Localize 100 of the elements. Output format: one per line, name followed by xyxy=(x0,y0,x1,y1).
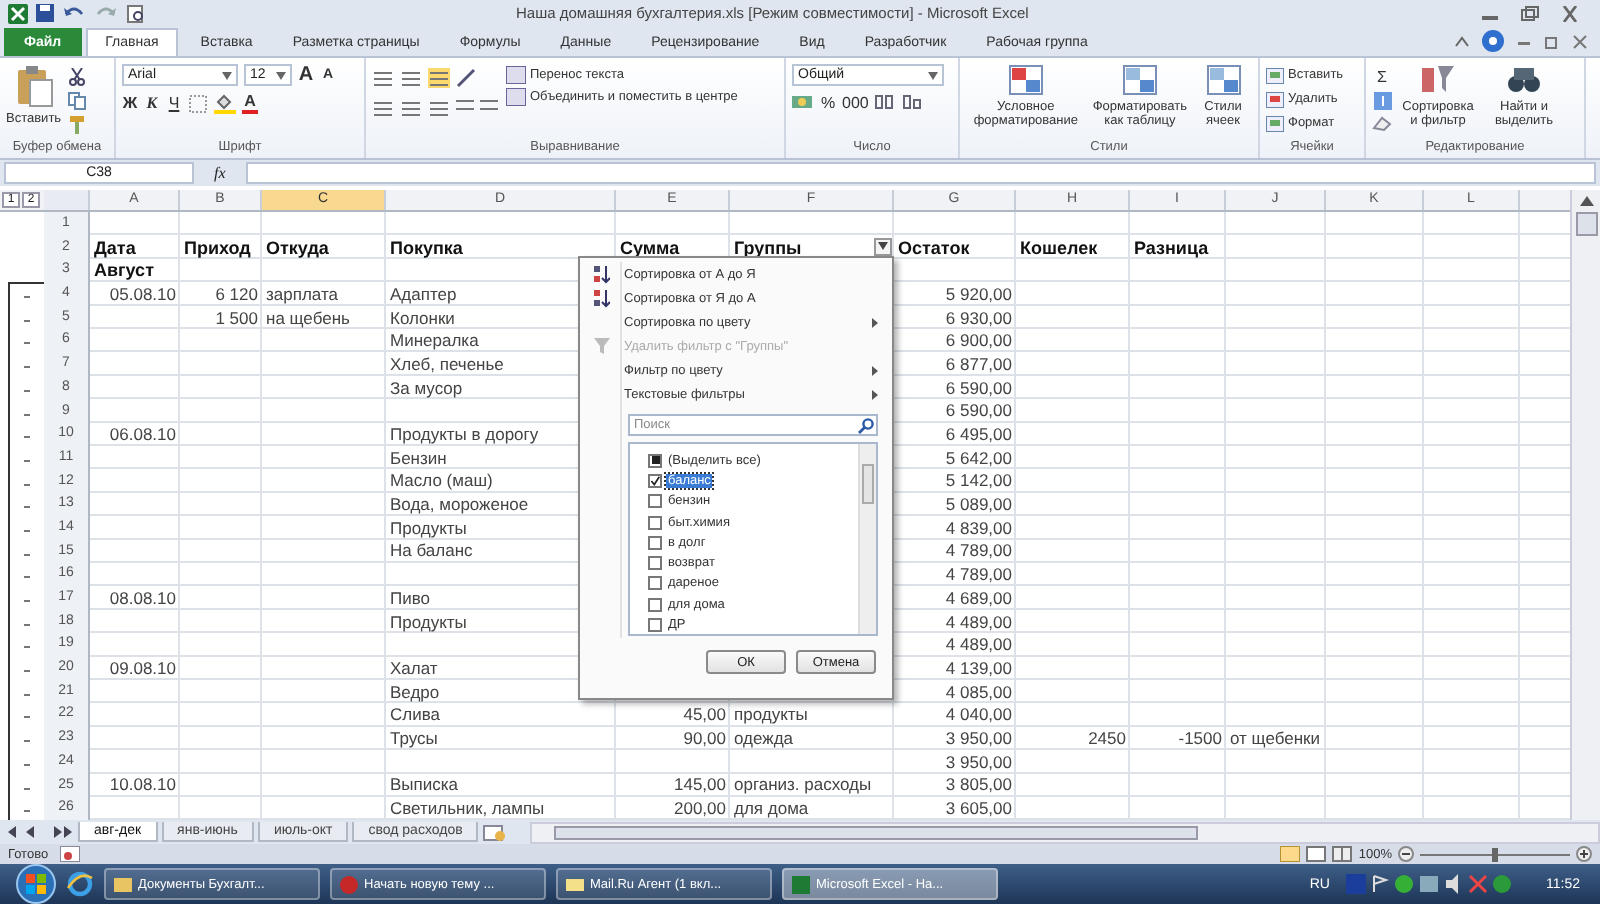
align-icon[interactable] xyxy=(400,98,422,118)
table-cell: 3 950,00 xyxy=(945,727,1012,748)
close-icon[interactable] xyxy=(1560,5,1580,21)
zoom-out-icon[interactable] xyxy=(1398,846,1414,862)
collapse-ribbon-icon[interactable] xyxy=(1454,33,1470,49)
caret-icon[interactable] xyxy=(928,71,938,79)
horizontal-scrollbar[interactable] xyxy=(530,821,1600,843)
grow-font-button[interactable]: A xyxy=(298,64,314,86)
filter-dropdown-button[interactable] xyxy=(874,237,892,256)
section-title: Август xyxy=(94,260,154,281)
align-icon[interactable] xyxy=(372,68,394,88)
percent-button[interactable]: % xyxy=(820,93,836,111)
wrap-icon xyxy=(506,66,526,84)
scroll-up-icon[interactable] xyxy=(1579,196,1593,206)
font-color-button[interactable]: A xyxy=(242,93,258,113)
align-icon[interactable] xyxy=(428,98,450,118)
submenu-arrow-icon xyxy=(872,365,878,375)
submenu-arrow-icon xyxy=(872,317,878,327)
bold-button[interactable]: Ж xyxy=(122,94,138,112)
print-preview-icon[interactable] xyxy=(126,3,146,23)
table-cell: Масло (маш) xyxy=(390,470,493,491)
table-cell: Хлеб, печенье xyxy=(390,353,504,374)
italic-button[interactable]: К xyxy=(144,94,160,112)
zoom-in-icon[interactable] xyxy=(1576,846,1592,862)
format-painter-icon[interactable] xyxy=(68,116,87,134)
increase-decimal-icon[interactable] xyxy=(874,92,897,112)
checkbox[interactable] xyxy=(648,576,662,591)
close-icon[interactable] xyxy=(1572,33,1588,49)
checkbox[interactable] xyxy=(648,556,662,571)
table-cell: 4 085,00 xyxy=(945,681,1012,702)
column-heading: Сумма xyxy=(620,237,680,258)
page-break-icon[interactable] xyxy=(1332,846,1353,862)
table-cell: 5 089,00 xyxy=(945,494,1012,515)
zoom-thumb[interactable] xyxy=(1492,847,1498,861)
column-heading: Остаток xyxy=(898,237,970,258)
browser-icon[interactable] xyxy=(66,870,94,898)
table-cell: 3 950,00 xyxy=(945,751,1012,772)
tray-icons-drawing[interactable] xyxy=(1346,874,1514,894)
table-cell: 90,00 xyxy=(683,727,726,748)
column-heading: Разница xyxy=(1134,237,1209,258)
fill-down-icon[interactable] xyxy=(1373,92,1391,110)
underline-button[interactable]: Ч xyxy=(166,94,182,112)
column-heading: Дата xyxy=(94,237,136,258)
checkbox[interactable] xyxy=(648,597,662,612)
scroll-thumb[interactable] xyxy=(862,464,874,504)
table-cell: 10.08.10 xyxy=(109,774,176,795)
scissors-icon[interactable] xyxy=(68,68,87,86)
scroll-thumb[interactable] xyxy=(1575,212,1597,236)
align-icon[interactable] xyxy=(400,68,422,88)
align-icon[interactable] xyxy=(428,68,450,88)
table-cell: 200,00 xyxy=(674,798,726,819)
table-cell: Колонки xyxy=(390,307,455,328)
table-cell: для дома xyxy=(734,798,809,819)
checkbox[interactable] xyxy=(648,618,662,633)
table-cell: 4 689,00 xyxy=(945,587,1012,608)
scroll-thumb[interactable] xyxy=(553,825,1198,839)
table-cell: 1 500 xyxy=(215,307,258,328)
table-cell: На баланс xyxy=(390,540,473,561)
checkbox[interactable] xyxy=(648,515,662,530)
table-cell: 3 605,00 xyxy=(945,798,1012,819)
vertical-scrollbar[interactable] xyxy=(1570,190,1600,820)
align-icon[interactable] xyxy=(372,98,394,118)
insert-function-button[interactable]: fx xyxy=(202,164,238,182)
formula-field[interactable] xyxy=(245,162,1596,184)
thousands-button[interactable]: 000 xyxy=(842,93,869,111)
table-cell: Пиво xyxy=(390,587,431,608)
copy-icon[interactable] xyxy=(67,92,88,110)
table-cell: от щебенки xyxy=(1230,727,1320,748)
decrease-decimal-icon[interactable] xyxy=(902,92,925,112)
text-orientation-icon[interactable] xyxy=(456,68,480,88)
help-icon[interactable] xyxy=(1482,30,1504,52)
table-cell: 145,00 xyxy=(674,774,726,795)
checkbox[interactable] xyxy=(648,535,662,550)
borders-icon[interactable] xyxy=(188,93,208,113)
macro-record-icon[interactable] xyxy=(60,846,81,862)
list-scrollbar[interactable] xyxy=(858,444,876,634)
checkbox[interactable] xyxy=(648,494,662,509)
new-sheet-icon[interactable] xyxy=(482,823,507,841)
caret-icon xyxy=(878,242,888,251)
zoom-slider[interactable] xyxy=(1420,847,1570,861)
table-cell: 05.08.10 xyxy=(109,283,176,304)
select-all-checkbox[interactable] xyxy=(648,453,662,468)
column-heading: Покупка xyxy=(390,237,463,258)
checkbox[interactable] xyxy=(648,473,662,488)
page-layout-icon[interactable] xyxy=(1306,846,1327,862)
sheet-navigation-icon[interactable] xyxy=(6,824,74,840)
start-button[interactable] xyxy=(16,864,56,904)
table-cell: 6 900,00 xyxy=(945,330,1012,351)
caret-icon[interactable] xyxy=(222,71,232,79)
caret-icon[interactable] xyxy=(276,71,286,79)
fill-color-icon[interactable] xyxy=(214,92,236,114)
table-cell: Продукты в дорогу xyxy=(390,424,539,445)
undo-icon[interactable] xyxy=(62,4,86,22)
autosum-button[interactable]: Σ xyxy=(1374,68,1390,86)
eraser-icon[interactable] xyxy=(1372,116,1392,132)
save-icon[interactable] xyxy=(36,4,54,22)
table-cell: Продукты xyxy=(390,517,467,538)
table-cell: 5 920,00 xyxy=(945,283,1012,304)
table-cell: Ведро xyxy=(390,681,440,702)
currency-icon[interactable] xyxy=(792,92,814,112)
